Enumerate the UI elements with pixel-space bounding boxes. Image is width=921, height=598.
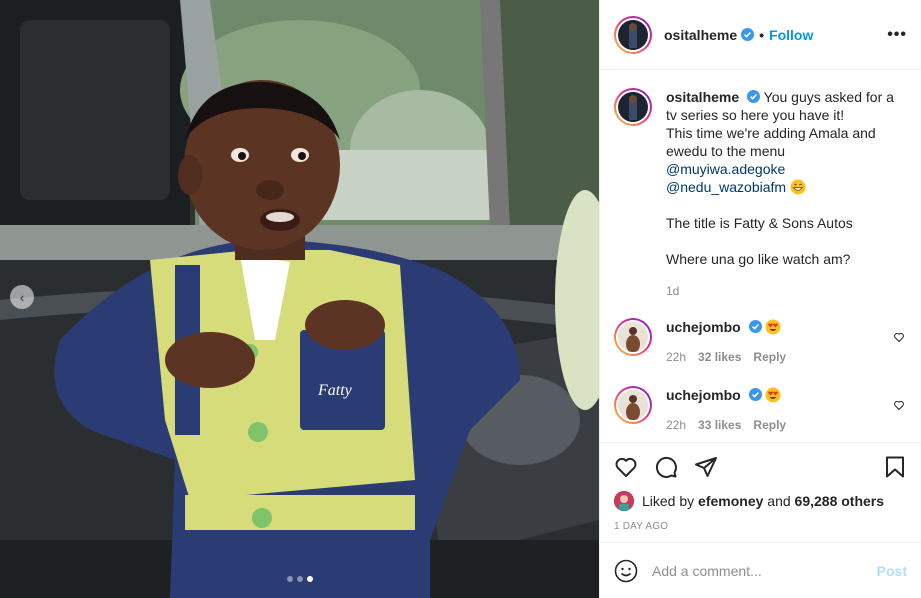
caption-time[interactable]: 1d: [666, 282, 679, 300]
caption-line-4: Where una go like watch am?: [666, 251, 851, 267]
likes-summary: Liked by efemoney and 69,288 others: [614, 491, 907, 511]
caption-line-3: The title is Fatty & Sons Autos: [666, 215, 853, 231]
caption-meta: 1d: [666, 282, 907, 300]
heart-icon[interactable]: [614, 455, 638, 479]
comment-likes[interactable]: 32 likes: [698, 348, 741, 366]
heart-eyes-emoji-icon: [765, 387, 781, 403]
caption-username[interactable]: ositalheme: [666, 89, 739, 105]
caption-body: ositalheme You guys asked for a tv serie…: [666, 88, 907, 300]
mention-link[interactable]: @nedu_wazobiafm: [666, 179, 786, 195]
caption: ositalheme You guys asked for a tv serie…: [614, 88, 907, 300]
action-icons: [614, 451, 907, 483]
comment-item: uchejombo 22h 32 likes Reply: [614, 318, 907, 366]
post-date[interactable]: 1 DAY AGO: [614, 521, 907, 532]
carousel-dot: [296, 576, 303, 582]
comment-username[interactable]: uchejombo: [666, 387, 741, 403]
svg-text:Fatty: Fatty: [317, 382, 353, 399]
likes-count[interactable]: 69,288 others: [795, 493, 885, 509]
comment-username[interactable]: uchejombo: [666, 319, 741, 335]
carousel-dot-active: [306, 576, 313, 582]
share-icon[interactable]: [694, 455, 718, 479]
verified-icon: [748, 320, 762, 333]
carousel-indicator: [0, 576, 599, 582]
follow-button[interactable]: Follow: [769, 27, 813, 43]
comment-reply-button[interactable]: Reply: [753, 416, 786, 434]
post-media[interactable]: Fatty ‹: [0, 0, 599, 598]
post-photo: Fatty: [0, 0, 599, 598]
carousel-dot: [286, 576, 293, 582]
comment-icon[interactable]: [654, 455, 678, 479]
liker-username[interactable]: efemoney: [698, 493, 763, 509]
caption-avatar[interactable]: [614, 88, 652, 126]
comment-input[interactable]: [652, 562, 877, 579]
comments-section[interactable]: ositalheme You guys asked for a tv serie…: [600, 70, 921, 442]
verified-icon: [748, 388, 762, 401]
caption-line-2: This time we're adding Amala and ewedu t…: [666, 125, 876, 159]
chevron-left-icon: ‹: [19, 289, 25, 305]
verified-icon: [747, 90, 761, 103]
previous-slide-button[interactable]: ‹: [10, 285, 34, 309]
bookmark-icon[interactable]: [883, 455, 907, 479]
comment-time[interactable]: 22h: [666, 416, 686, 434]
comment-item: uchejombo 22h 33 likes Reply: [614, 386, 907, 434]
comment-likes[interactable]: 33 likes: [698, 416, 741, 434]
comment-reply-button[interactable]: Reply: [753, 348, 786, 366]
heart-icon[interactable]: [893, 398, 905, 414]
post-header: ositalheme • Follow •••: [600, 0, 921, 70]
avatar[interactable]: [614, 15, 652, 54]
mention-link[interactable]: @muyiwa.adegoke: [666, 161, 785, 177]
header-username[interactable]: ositalheme: [664, 27, 737, 43]
likes-and: and: [767, 493, 791, 509]
heart-eyes-emoji-icon: [765, 319, 781, 335]
comment-avatar[interactable]: [614, 318, 652, 356]
post-side-panel: ositalheme • Follow ••• ositalheme You g…: [599, 0, 921, 598]
post-button[interactable]: Post: [877, 563, 907, 579]
liker-avatar[interactable]: [614, 491, 634, 511]
more-icon[interactable]: •••: [887, 26, 907, 44]
comment-body: uchejombo 22h 33 likes Reply: [666, 386, 907, 434]
comment-avatar[interactable]: [614, 386, 652, 424]
comment-body: uchejombo 22h 32 likes Reply: [666, 318, 907, 366]
comment-meta: 22h 33 likes Reply: [666, 416, 907, 434]
verified-icon: [741, 28, 755, 41]
smiley-icon[interactable]: [614, 559, 638, 583]
instagram-post: Fatty ‹ ositalheme • Follow ••• ositalhe…: [0, 0, 921, 598]
comment-time[interactable]: 22h: [666, 348, 686, 366]
grinning-emoji-icon: [790, 179, 806, 195]
likes-prefix: Liked by: [642, 493, 695, 509]
heart-icon[interactable]: [893, 330, 905, 346]
add-comment-bar: Post: [600, 542, 921, 598]
separator-dot: •: [759, 26, 765, 43]
comment-meta: 22h 32 likes Reply: [666, 348, 907, 366]
post-actions: Liked by efemoney and 69,288 others 1 DA…: [600, 442, 921, 542]
